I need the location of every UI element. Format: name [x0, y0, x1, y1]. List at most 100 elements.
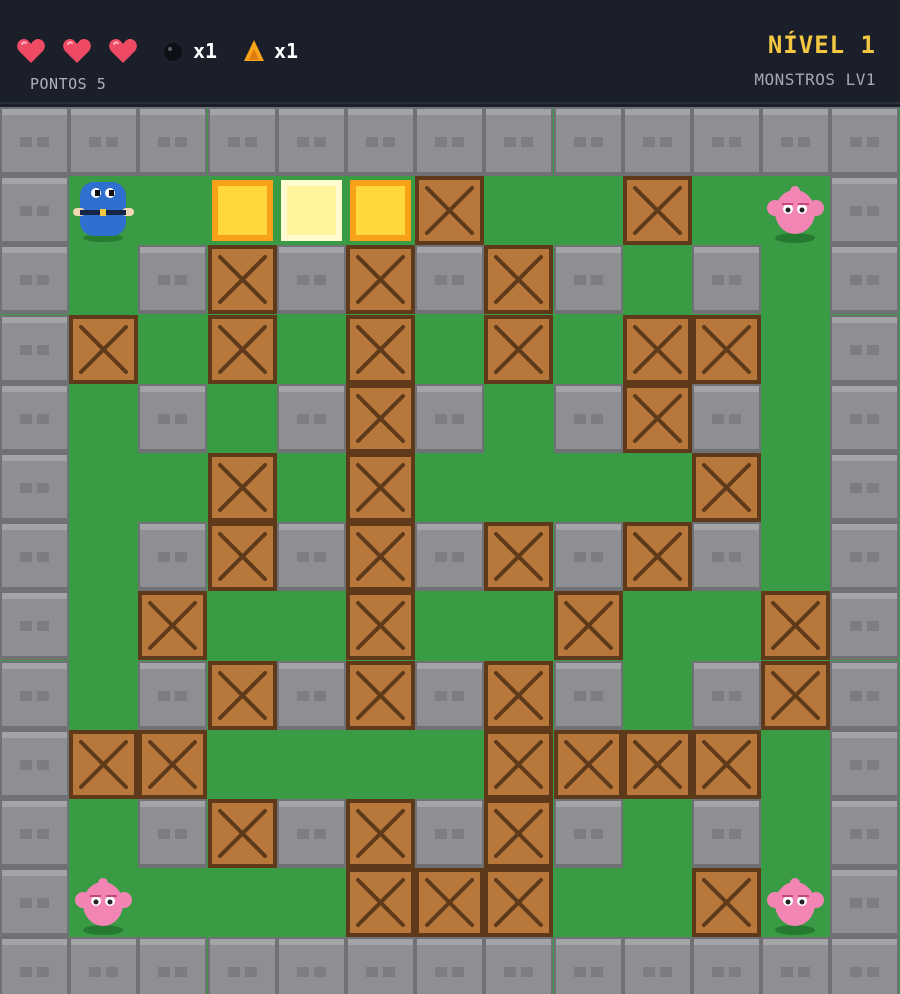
grass-tile[interactable]	[554, 176, 623, 245]
stone-wall	[692, 383, 761, 453]
stone-wall	[346, 107, 415, 176]
wooden-crate	[346, 522, 415, 592]
wooden-crate	[346, 799, 415, 868]
stone-wall	[0, 660, 69, 730]
monster[interactable]	[761, 176, 830, 245]
grass-tile[interactable]	[623, 661, 692, 730]
grass-tile[interactable]	[761, 522, 830, 591]
stone-wall	[0, 799, 69, 868]
grass-tile[interactable]	[415, 453, 484, 522]
grass-tile[interactable]	[277, 591, 346, 660]
grass-tile[interactable]	[69, 799, 138, 868]
grass-tile[interactable]	[484, 384, 553, 453]
wooden-crate	[553, 729, 623, 799]
grass-tile[interactable]	[346, 730, 415, 799]
wooden-crate	[346, 660, 415, 730]
stone-wall	[830, 729, 900, 799]
wooden-crate	[69, 314, 139, 384]
wooden-crate	[346, 383, 415, 453]
bomb-count: x1	[193, 39, 218, 63]
wooden-crate	[138, 729, 208, 799]
wooden-crate	[484, 729, 554, 799]
grass-tile[interactable]	[277, 868, 346, 937]
grass-tile[interactable]	[208, 384, 277, 453]
stone-wall	[276, 107, 346, 176]
grass-tile[interactable]	[277, 730, 346, 799]
player-character[interactable]	[69, 176, 138, 245]
grass-tile[interactable]	[761, 315, 830, 384]
stone-wall	[276, 245, 346, 315]
wooden-crate	[622, 522, 692, 592]
grass-tile[interactable]	[761, 245, 830, 314]
grass-tile[interactable]	[484, 176, 553, 245]
stone-wall	[138, 799, 208, 868]
explosion-flame	[208, 176, 277, 245]
wooden-crate	[346, 868, 415, 938]
grass-tile[interactable]	[484, 591, 553, 660]
stone-wall	[622, 937, 692, 994]
grass-tile[interactable]	[69, 384, 138, 453]
stone-wall	[138, 937, 208, 994]
grass-tile[interactable]	[208, 868, 277, 937]
grass-tile[interactable]	[415, 591, 484, 660]
heart-icon	[16, 38, 46, 64]
grass-tile[interactable]	[554, 868, 623, 937]
stone-wall	[692, 660, 761, 730]
stone-wall	[553, 660, 623, 730]
grass-tile[interactable]	[554, 453, 623, 522]
wooden-crate	[207, 799, 277, 868]
grass-tile[interactable]	[623, 245, 692, 314]
stone-wall	[553, 799, 623, 868]
wooden-crate	[207, 245, 277, 315]
grass-tile[interactable]	[761, 730, 830, 799]
wooden-crate	[692, 868, 761, 938]
grass-tile[interactable]	[138, 453, 207, 522]
grass-tile[interactable]	[138, 315, 207, 384]
grass-tile[interactable]	[623, 453, 692, 522]
wooden-crate	[346, 245, 415, 315]
grass-tile[interactable]	[138, 176, 207, 245]
explosion-center	[277, 176, 346, 245]
grass-tile[interactable]	[277, 315, 346, 384]
grass-tile[interactable]	[554, 315, 623, 384]
grass-tile[interactable]	[623, 868, 692, 937]
monster[interactable]	[69, 868, 138, 937]
grass-tile[interactable]	[761, 799, 830, 868]
grass-tile[interactable]	[208, 591, 277, 660]
stone-wall	[830, 591, 900, 661]
stone-wall	[138, 245, 208, 315]
grass-tile[interactable]	[69, 661, 138, 730]
wooden-crate	[207, 314, 277, 384]
grass-tile[interactable]	[69, 245, 138, 314]
stone-wall	[415, 799, 485, 868]
grass-tile[interactable]	[69, 591, 138, 660]
stone-wall	[69, 107, 139, 176]
stone-wall	[138, 660, 208, 730]
game-board[interactable]	[0, 107, 900, 994]
grass-tile[interactable]	[484, 453, 553, 522]
stone-wall	[761, 107, 831, 176]
grass-tile[interactable]	[623, 799, 692, 868]
grass-tile[interactable]	[692, 591, 761, 660]
grass-tile[interactable]	[277, 453, 346, 522]
wooden-crate	[484, 660, 554, 730]
grass-tile[interactable]	[208, 730, 277, 799]
grass-tile[interactable]	[692, 176, 761, 245]
grass-tile[interactable]	[415, 730, 484, 799]
fire-range-count: x1	[274, 39, 299, 63]
wooden-crate	[415, 176, 485, 246]
monster[interactable]	[761, 868, 830, 937]
grass-tile[interactable]	[761, 384, 830, 453]
wooden-crate	[622, 729, 692, 799]
grass-tile[interactable]	[69, 453, 138, 522]
stone-wall	[207, 107, 277, 176]
stone-wall	[830, 314, 900, 384]
grass-tile[interactable]	[69, 522, 138, 591]
wooden-crate	[622, 314, 692, 384]
grass-tile[interactable]	[138, 868, 207, 937]
grass-tile[interactable]	[761, 453, 830, 522]
wooden-crate	[415, 868, 485, 938]
grass-tile[interactable]	[415, 315, 484, 384]
stone-wall	[346, 937, 415, 994]
grass-tile[interactable]	[623, 591, 692, 660]
